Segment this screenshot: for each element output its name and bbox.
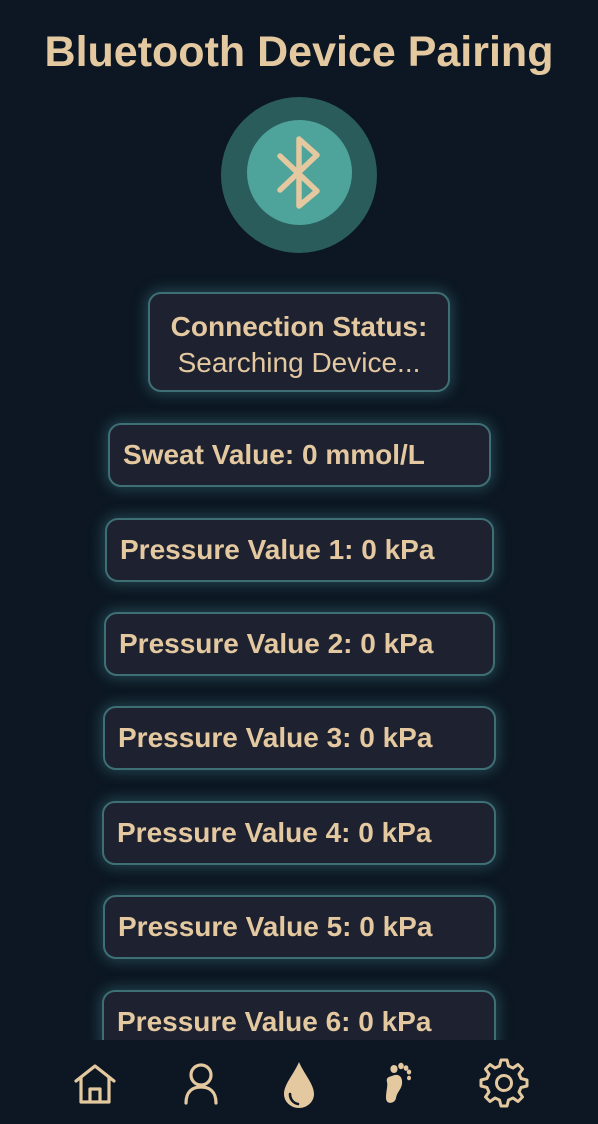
page-title: Bluetooth Device Pairing bbox=[44, 28, 554, 76]
nav-item-settings[interactable] bbox=[479, 1058, 529, 1108]
pressure-value-4-card: Pressure Value 4: 0 kPa bbox=[102, 801, 496, 865]
pressure-value-1-card: Pressure Value 1: 0 kPa bbox=[105, 518, 494, 582]
home-icon bbox=[74, 1064, 116, 1104]
connection-status-value: Searching Device... bbox=[177, 347, 421, 378]
pressure-value-3-card: Pressure Value 3: 0 kPa bbox=[103, 706, 496, 770]
connection-status-card: Connection Status: Searching Device... bbox=[148, 292, 450, 392]
nav-item-profile[interactable] bbox=[176, 1058, 226, 1108]
user-icon bbox=[184, 1063, 218, 1105]
bluetooth-button[interactable] bbox=[247, 120, 352, 225]
connection-status-label: Connection Status: bbox=[170, 311, 428, 342]
bottom-nav-bar bbox=[0, 1040, 598, 1124]
sweat-value-card: Sweat Value: 0 mmol/L bbox=[108, 423, 491, 487]
nav-item-home[interactable] bbox=[70, 1058, 120, 1108]
pressure-value-5-card: Pressure Value 5: 0 kPa bbox=[103, 895, 496, 959]
gear-icon bbox=[479, 1058, 529, 1108]
pressure-value-6-card: Pressure Value 6: 0 kPa bbox=[102, 990, 496, 1040]
scroll-content[interactable]: Bluetooth Device Pairing Connection Stat… bbox=[0, 0, 598, 1040]
app-screen: Bluetooth Device Pairing Connection Stat… bbox=[0, 0, 598, 1124]
drop-icon bbox=[284, 1062, 314, 1108]
footprint-icon bbox=[386, 1062, 412, 1103]
bluetooth-icon bbox=[277, 136, 320, 209]
nav-item-pressure[interactable] bbox=[374, 1058, 424, 1108]
pressure-value-2-card: Pressure Value 2: 0 kPa bbox=[104, 612, 495, 676]
nav-item-sweat[interactable] bbox=[274, 1058, 324, 1108]
